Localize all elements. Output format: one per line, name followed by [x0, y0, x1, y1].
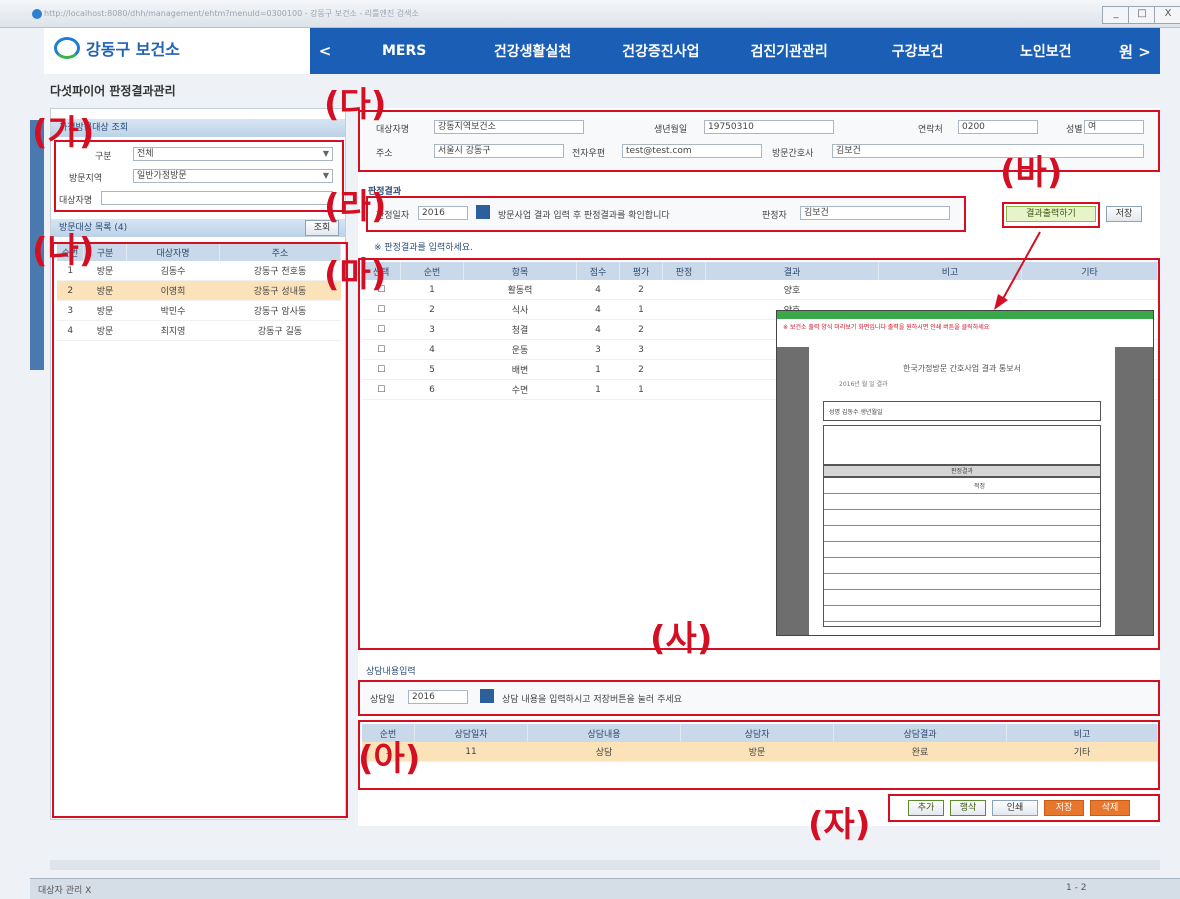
nav-prev-button[interactable]: <	[310, 42, 340, 60]
notice-text: ※ 판정결과를 입력하세요.	[374, 243, 473, 253]
list-section-title: 방문대상 목록 (4)	[51, 219, 345, 237]
annotation-arrow	[994, 231, 1041, 310]
main-nav: < MERS 건강생활실천 건강증진사업 검진기관관리 구강보건 노인보건 원 …	[310, 28, 1160, 74]
browser-favicon-icon	[32, 9, 42, 19]
logo-text: 강동구 보건소	[86, 40, 180, 59]
nav-item-health-promotion[interactable]: 건강증진사업	[597, 41, 725, 61]
annotation-box-ba	[1002, 202, 1100, 228]
annotation-box-ja	[888, 794, 1160, 822]
detail-save-button[interactable]: 저장	[1106, 206, 1142, 222]
annotation-box-sa	[358, 680, 1160, 716]
status-tab[interactable]: 대상자 관리 X	[38, 883, 91, 896]
nav-item-health-life[interactable]: 건강생활실천	[468, 41, 596, 61]
logo[interactable]: 강동구 보건소	[54, 36, 180, 60]
nav-item-checkup-institution[interactable]: 검진기관관리	[725, 41, 853, 61]
nav-more-button[interactable]: 원 >	[1110, 41, 1160, 62]
annotation-box-ra	[366, 196, 966, 232]
nav-item-elderly-health[interactable]: 노인보건	[982, 41, 1110, 61]
nav-item-mers[interactable]: MERS	[340, 43, 468, 59]
annotation-label-sa: (사)	[650, 619, 713, 659]
browser-url: http://localhost:8080/dhh/management/eht…	[44, 9, 419, 18]
status-bar: 대상자 관리 X 1 - 2	[30, 878, 1180, 899]
annotation-box-ga	[54, 140, 344, 212]
annotation-label-ja: (자)	[808, 805, 871, 845]
nav-item-oral-health[interactable]: 구강보건	[853, 41, 981, 61]
list-count: (4)	[114, 223, 128, 233]
browser-titlebar: http://localhost:8080/dhh/management/eht…	[0, 0, 1180, 28]
annotation-box-na	[52, 242, 348, 818]
maximize-button[interactable]: □	[1128, 6, 1156, 24]
search-section-title: 가정방문대상 조회	[51, 119, 345, 137]
logo-icon	[54, 37, 80, 59]
minimize-button[interactable]: _	[1102, 6, 1130, 24]
status-page: 1 - 2	[1066, 883, 1087, 893]
annotation-label-na: (나)	[32, 231, 95, 271]
close-button[interactable]: X	[1154, 6, 1180, 24]
annotation-label-ba: (바)	[1000, 153, 1063, 193]
annotation-label-da: (다)	[324, 85, 387, 125]
app-header: 강동구 보건소 < MERS 건강생활실천 건강증진사업 검진기관관리 구강보건…	[44, 28, 1160, 74]
annotation-box-a	[358, 720, 1160, 790]
annotation-box-ma	[358, 258, 1160, 650]
annotation-label-ga: (가)	[32, 113, 95, 153]
page-title: 다섯파이어 판정결과관리	[50, 84, 176, 98]
annotation-label-ma: (마)	[324, 255, 387, 295]
footer-band	[50, 860, 1160, 870]
consult-section-title: 상담내용입력	[366, 667, 416, 677]
annotation-label-ra: (라)	[324, 187, 387, 227]
annotation-label-a: (아)	[358, 739, 421, 779]
